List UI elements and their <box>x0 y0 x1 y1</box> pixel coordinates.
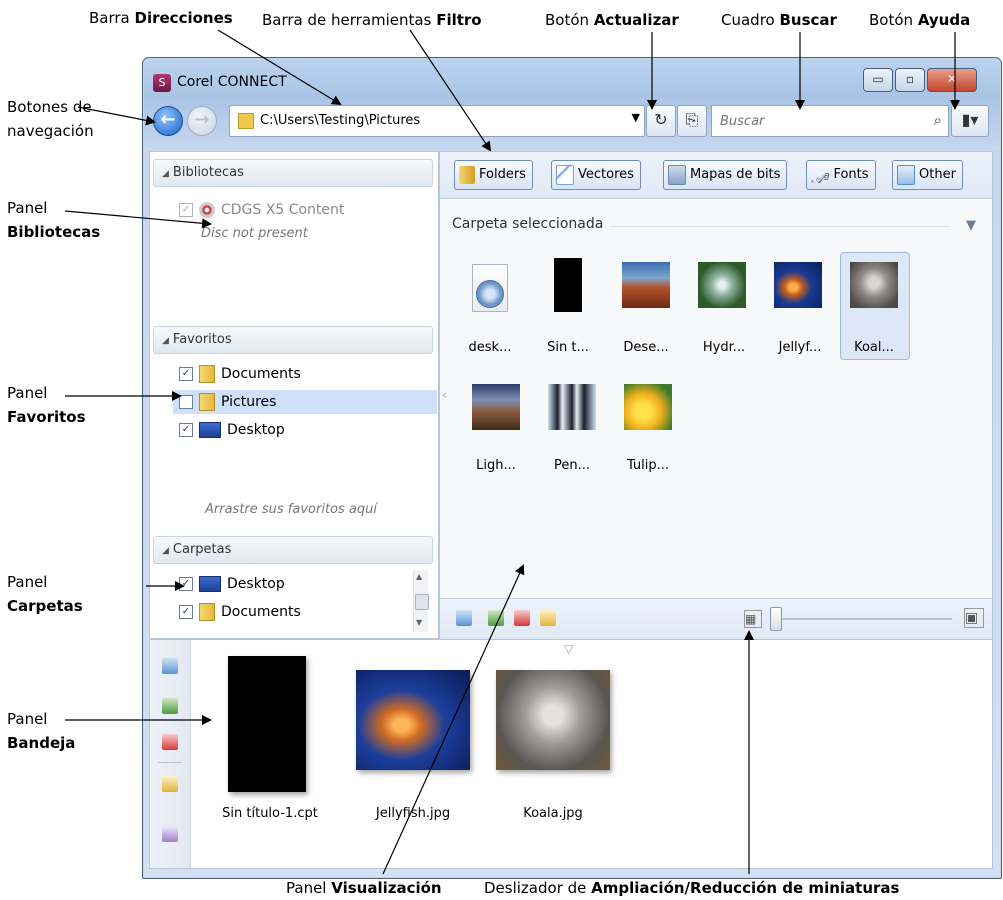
arrow-filtro <box>409 29 492 152</box>
arrow-direcciones <box>217 29 342 106</box>
callout-arrows <box>64 29 960 875</box>
arrow-visualizacion <box>382 564 525 875</box>
arrow-bibliotecas <box>64 210 212 229</box>
arrow-navegacion <box>77 106 156 126</box>
